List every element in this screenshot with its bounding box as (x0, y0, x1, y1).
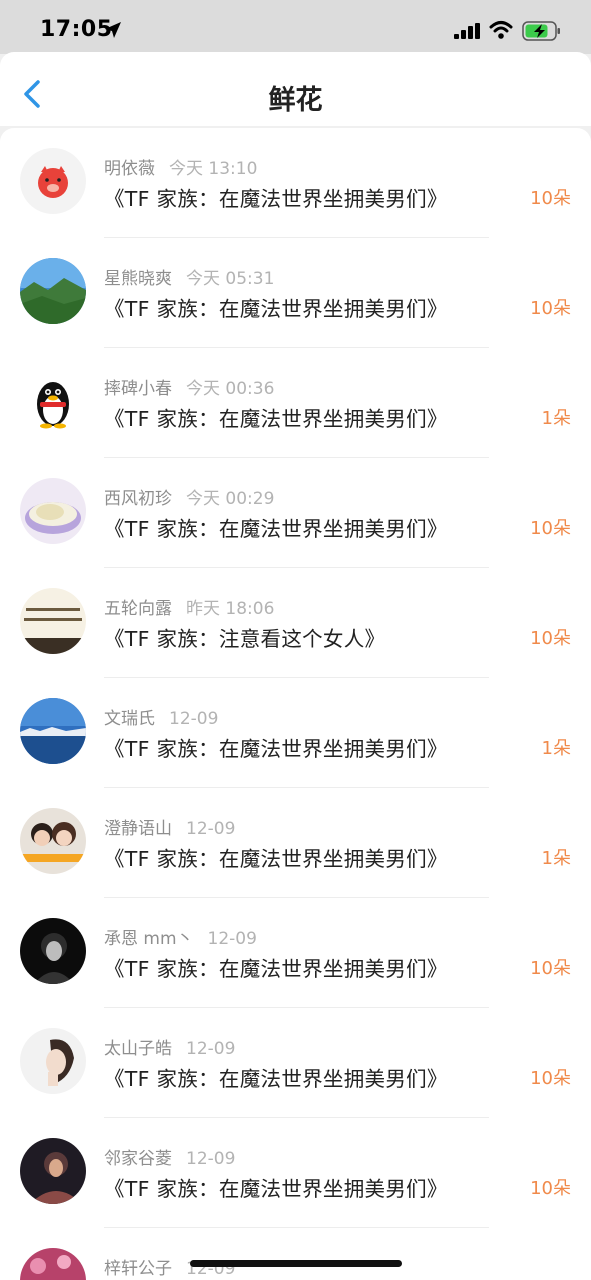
user-name[interactable]: 明依薇 (104, 159, 155, 179)
avatar[interactable] (20, 1138, 86, 1204)
user-name[interactable]: 梓轩公子 (104, 1259, 172, 1279)
avatar[interactable] (20, 1248, 86, 1280)
user-name[interactable]: 西风初珍 (104, 489, 172, 509)
flower-count: 10朵 (530, 518, 571, 539)
list-item[interactable]: 星熊晓爽 今天 05:31 《TF 家族：在魔法世界坐拥美男们》 10朵 (0, 238, 591, 348)
nav-bar: 鲜花 (0, 52, 591, 126)
user-name[interactable]: 五轮向露 (104, 599, 172, 619)
book-title: 《TF 家族：在魔法世界坐拥美男们》 (104, 187, 448, 211)
flower-count: 10朵 (530, 298, 571, 319)
list-item[interactable]: 梓轩公子 12-09 (0, 1228, 591, 1280)
user-name[interactable]: 摔碑小春 (104, 379, 172, 399)
list-item[interactable]: 明依薇 今天 13:10 《TF 家族：在魔法世界坐拥美男们》 10朵 (0, 128, 591, 238)
list-item[interactable]: 文瑞氏 12-09 《TF 家族：在魔法世界坐拥美男们》 1朵 (0, 678, 591, 788)
book-title: 《TF 家族：在魔法世界坐拥美男们》 (104, 1177, 448, 1201)
wifi-icon (489, 20, 513, 44)
timestamp: 12-09 (186, 1039, 236, 1059)
status-time: 17:05 (40, 17, 113, 42)
flower-count: 1朵 (541, 848, 571, 869)
status-bar: 17:05 (0, 0, 591, 54)
timestamp: 今天 05:31 (186, 269, 275, 289)
user-name[interactable]: 邻家谷菱 (104, 1149, 172, 1169)
timestamp: 今天 00:29 (186, 489, 275, 509)
flower-list: 明依薇 今天 13:10 《TF 家族：在魔法世界坐拥美男们》 10朵 星熊晓爽今… (0, 128, 591, 1280)
avatar[interactable] (20, 1028, 86, 1094)
timestamp: 今天 00:36 (186, 379, 275, 399)
avatar[interactable] (20, 588, 86, 654)
avatar[interactable] (20, 148, 86, 214)
user-name[interactable]: 文瑞氏 (104, 709, 155, 729)
timestamp: 12-09 (186, 1149, 236, 1169)
home-indicator[interactable] (190, 1260, 402, 1267)
avatar[interactable] (20, 808, 86, 874)
avatar[interactable] (20, 258, 86, 324)
user-name[interactable]: 澄静语山 (104, 819, 172, 839)
user-name[interactable]: 太山子皓 (104, 1039, 172, 1059)
timestamp: 12-09 (169, 709, 219, 729)
list-item[interactable]: 澄静语山 12-09 《TF 家族：在魔法世界坐拥美男们》 1朵 (0, 788, 591, 898)
flower-count: 1朵 (541, 408, 571, 429)
list-item[interactable]: 西风初珍 今天 00:29 《TF 家族：在魔法世界坐拥美男们》 10朵 (0, 458, 591, 568)
book-title: 《TF 家族：在魔法世界坐拥美男们》 (104, 297, 448, 321)
book-title: 《TF 家族：在魔法世界坐拥美男们》 (104, 737, 448, 761)
flower-count: 10朵 (530, 958, 571, 979)
list-item[interactable]: 太山子皓 12-09 《TF 家族：在魔法世界坐拥美男们》 10朵 (0, 1008, 591, 1118)
book-title: 《TF 家族：在魔法世界坐拥美男们》 (104, 847, 448, 871)
flower-count: 10朵 (530, 1068, 571, 1089)
avatar[interactable] (20, 698, 86, 764)
flower-count: 10朵 (530, 188, 571, 209)
flower-count: 1朵 (541, 738, 571, 759)
user-name[interactable]: 承恩 mm丶 (104, 929, 194, 949)
page-title: 鲜花 (268, 85, 323, 116)
book-title: 《TF 家族：在魔法世界坐拥美男们》 (104, 407, 448, 431)
avatar[interactable] (20, 478, 86, 544)
avatar[interactable] (20, 918, 86, 984)
user-name[interactable]: 星熊晓爽 (104, 269, 172, 289)
timestamp: 12-09 (207, 929, 257, 949)
book-title: 《TF 家族：在魔法世界坐拥美男们》 (104, 1067, 448, 1091)
timestamp: 今天 13:10 (169, 159, 258, 179)
avatar[interactable] (20, 368, 86, 434)
list-item[interactable]: 摔碑小春 今天 00:36 《TF 家族：在魔法世界坐拥美男们》 1朵 (0, 348, 591, 458)
list-item[interactable]: 承恩 mm丶 12-09 《TF 家族：在魔法世界坐拥美男们》 10朵 (0, 898, 591, 1008)
flower-count: 10朵 (530, 1178, 571, 1199)
cellular-signal-icon (454, 23, 482, 43)
battery-charging-icon (522, 20, 562, 46)
book-title: 《TF 家族：在魔法世界坐拥美男们》 (104, 517, 448, 541)
list-item[interactable]: 邻家谷菱 12-09 《TF 家族：在魔法世界坐拥美男们》 10朵 (0, 1118, 591, 1228)
list-item[interactable]: 五轮向露 昨天 18:06 《TF 家族：注意看这个女人》 10朵 (0, 568, 591, 678)
flower-count: 10朵 (530, 628, 571, 649)
timestamp: 昨天 18:06 (186, 599, 275, 619)
book-title: 《TF 家族：注意看这个女人》 (104, 627, 386, 651)
book-title: 《TF 家族：在魔法世界坐拥美男们》 (104, 957, 448, 981)
timestamp: 12-09 (186, 819, 236, 839)
location-arrow-icon (103, 20, 123, 44)
